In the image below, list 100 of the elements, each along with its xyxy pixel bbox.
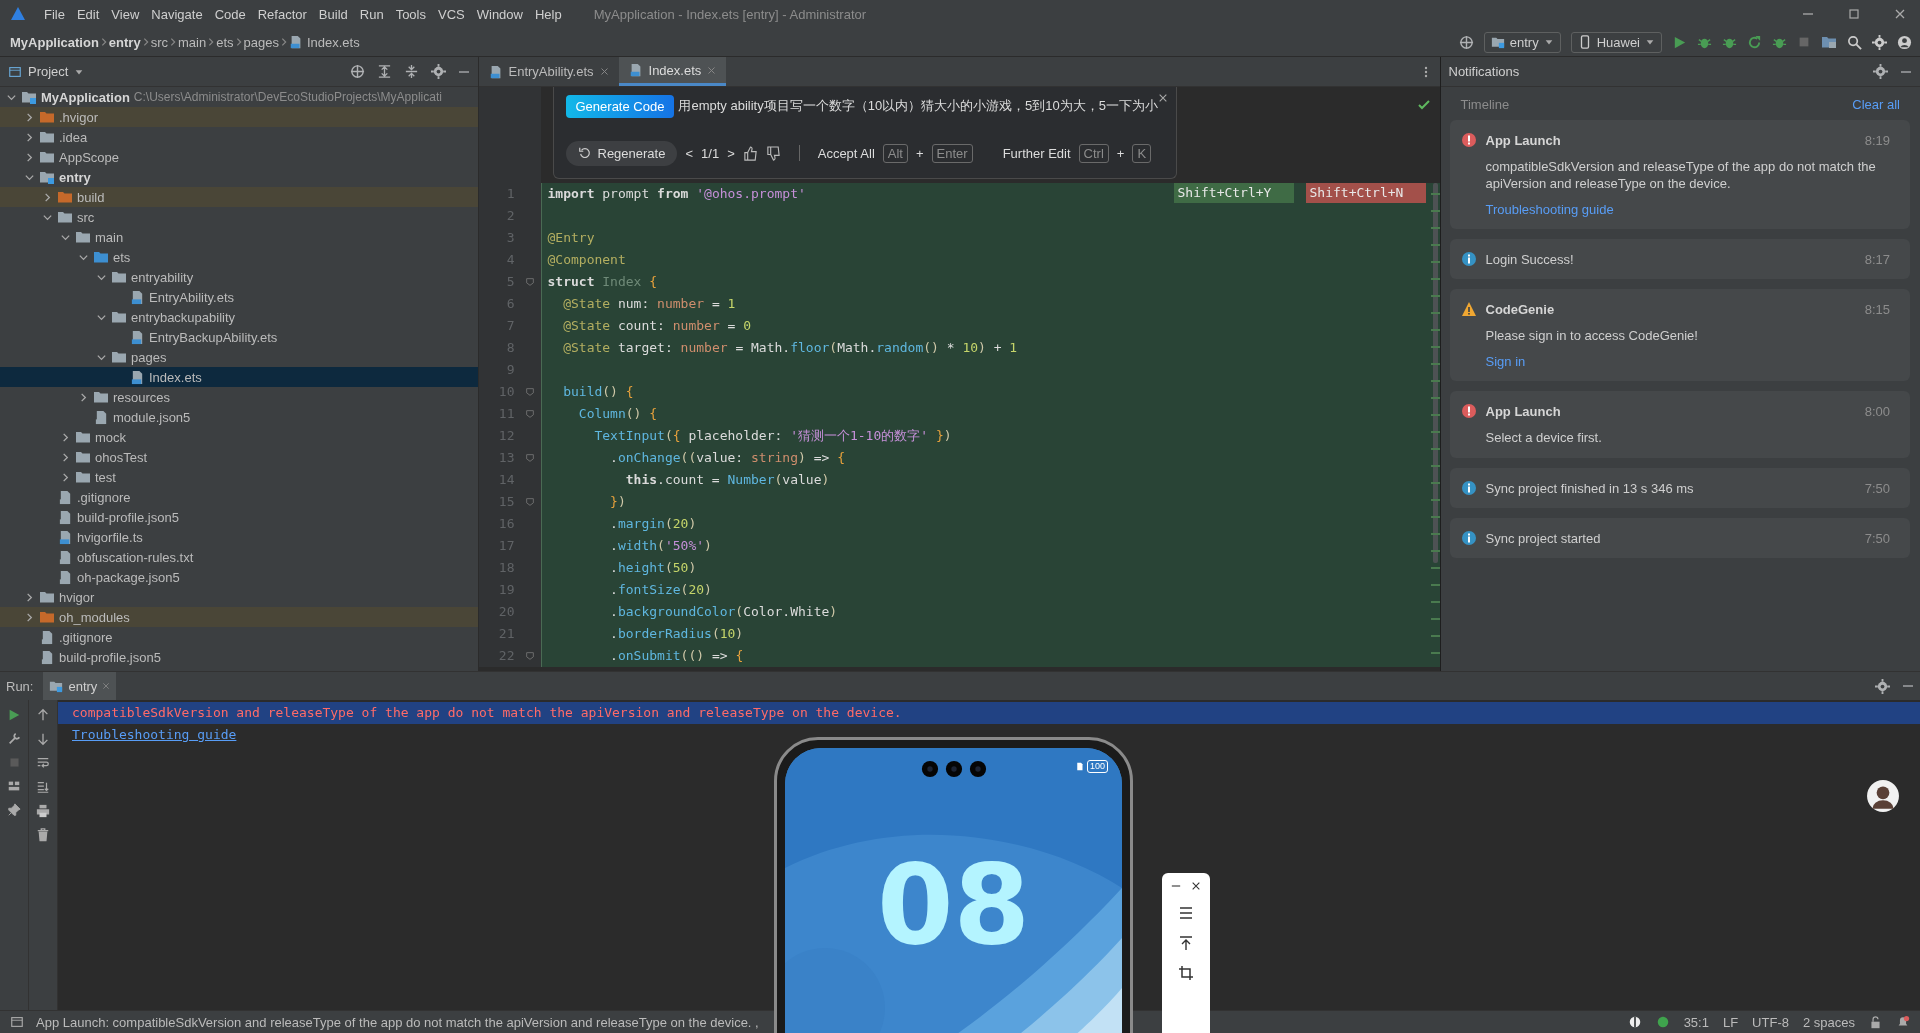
close-icon[interactable] bbox=[1191, 881, 1201, 891]
breadcrumb-item[interactable]: ets bbox=[216, 34, 234, 50]
tree-item[interactable]: module.json5 bbox=[0, 407, 478, 427]
notification-link[interactable]: Troubleshooting guide bbox=[1460, 202, 1614, 217]
tree-item[interactable]: pages bbox=[0, 347, 478, 367]
tree-item[interactable]: EntryAbility.ets bbox=[0, 287, 478, 307]
fold-marker-icon[interactable] bbox=[524, 409, 535, 419]
layout-icon[interactable] bbox=[7, 779, 21, 793]
tree-item[interactable]: oh_modules bbox=[0, 607, 478, 627]
close-icon[interactable] bbox=[1894, 8, 1906, 20]
tree-item[interactable]: ohosTest bbox=[0, 447, 478, 467]
next-button[interactable]: > bbox=[727, 145, 735, 161]
run-config-dropdown[interactable]: entry bbox=[1483, 31, 1561, 53]
print-icon[interactable] bbox=[36, 804, 50, 818]
tree-item[interactable]: EntryBackupAbility.ets bbox=[0, 327, 478, 347]
indent-setting[interactable]: 2 spaces bbox=[1802, 1014, 1855, 1030]
down-arrow-icon[interactable] bbox=[36, 732, 50, 746]
clear-all-link[interactable]: Clear all bbox=[1852, 97, 1900, 112]
bell-icon[interactable] bbox=[1896, 1015, 1910, 1029]
reload-icon[interactable] bbox=[1747, 34, 1762, 50]
breadcrumb-item[interactable]: Index.ets bbox=[288, 34, 360, 50]
breadcrumb-item[interactable]: entry bbox=[108, 34, 141, 50]
account-icon[interactable] bbox=[1897, 34, 1912, 50]
device-dropdown[interactable]: Huawei bbox=[1570, 31, 1662, 53]
pin-icon[interactable] bbox=[7, 803, 21, 817]
tree-item[interactable]: .gitignore bbox=[0, 487, 478, 507]
wrench-icon[interactable] bbox=[7, 732, 21, 746]
menu-icon[interactable] bbox=[1178, 905, 1194, 921]
reject-shortcut[interactable]: Shift+Ctrl+N bbox=[1305, 183, 1426, 203]
run-icon[interactable] bbox=[1672, 34, 1687, 50]
avatar-icon[interactable] bbox=[1866, 779, 1900, 813]
tree-item[interactable]: oh-package.json5 bbox=[0, 567, 478, 587]
up-arrow-icon[interactable] bbox=[36, 708, 50, 722]
fold-marker-icon[interactable] bbox=[524, 651, 535, 661]
menu-item[interactable]: View bbox=[105, 6, 146, 22]
tree-item[interactable]: build-profile.json5 bbox=[0, 647, 478, 667]
menu-item[interactable]: Build bbox=[312, 6, 354, 22]
generate-code-button[interactable]: Generate Code bbox=[565, 94, 675, 118]
lock-icon[interactable] bbox=[1869, 1015, 1882, 1029]
scroll-to-end-icon[interactable] bbox=[36, 780, 50, 794]
thumbs-up-icon[interactable] bbox=[742, 145, 758, 161]
chevron-icon[interactable] bbox=[42, 191, 53, 203]
chevron-icon[interactable] bbox=[60, 471, 71, 483]
tree-item[interactable]: AppScope bbox=[0, 147, 478, 167]
chevron-icon[interactable] bbox=[24, 591, 35, 603]
menu-item[interactable]: Tools bbox=[389, 6, 432, 22]
tree-item[interactable]: entryability bbox=[0, 267, 478, 287]
tree-item[interactable]: MyApplication C:\Users\Administrator\DevEcoStudioProjects\MyApplicati bbox=[0, 87, 478, 107]
tree-item[interactable]: main bbox=[0, 227, 478, 247]
settings-icon[interactable] bbox=[1873, 64, 1888, 79]
tree-item[interactable]: hvigorfile.ts bbox=[0, 527, 478, 547]
run-icon[interactable] bbox=[7, 708, 21, 722]
chevron-icon[interactable] bbox=[24, 611, 35, 623]
menu-item[interactable]: Run bbox=[353, 6, 390, 22]
breadcrumb-item[interactable]: src bbox=[150, 34, 168, 50]
target-icon[interactable] bbox=[1458, 34, 1474, 50]
accept-shortcut[interactable]: Shift+Ctrl+Y bbox=[1173, 183, 1294, 203]
chevron-icon[interactable] bbox=[60, 431, 71, 443]
further-edit-button[interactable]: Further Edit bbox=[1002, 145, 1071, 161]
file-encoding[interactable]: UTF-8 bbox=[1752, 1014, 1789, 1030]
tree-item[interactable]: .gitignore bbox=[0, 627, 478, 647]
breadcrumb-item[interactable]: pages bbox=[243, 34, 279, 50]
maximize-icon[interactable] bbox=[1848, 8, 1860, 20]
expand-all-icon[interactable] bbox=[376, 64, 392, 79]
trash-icon[interactable] bbox=[36, 828, 50, 842]
line-separator[interactable]: LF bbox=[1722, 1014, 1739, 1030]
pin-to-top-icon[interactable] bbox=[1178, 935, 1194, 951]
chevron-icon[interactable] bbox=[24, 111, 35, 123]
accept-all-button[interactable]: Accept All bbox=[817, 145, 875, 161]
regenerate-button[interactable]: Regenerate bbox=[565, 140, 678, 166]
settings-icon[interactable] bbox=[1875, 678, 1890, 694]
menu-item[interactable]: Window bbox=[470, 6, 529, 22]
tree-item[interactable]: entry bbox=[0, 167, 478, 187]
settings-icon[interactable] bbox=[1872, 34, 1887, 50]
tree-item[interactable]: test bbox=[0, 467, 478, 487]
tree-item[interactable]: src bbox=[0, 207, 478, 227]
notification-link[interactable]: Sign in bbox=[1460, 354, 1526, 369]
breadcrumb-item[interactable]: main bbox=[178, 34, 207, 50]
tree-item[interactable]: resources bbox=[0, 387, 478, 407]
menu-item[interactable]: Help bbox=[528, 6, 568, 22]
tree-item[interactable]: ets bbox=[0, 247, 478, 267]
close-icon[interactable] bbox=[1157, 93, 1168, 103]
menu-item[interactable]: Refactor bbox=[251, 6, 313, 22]
collapse-all-icon[interactable] bbox=[403, 64, 419, 79]
menu-item[interactable]: Edit bbox=[70, 6, 106, 22]
fold-marker-icon[interactable] bbox=[524, 277, 535, 287]
locate-icon[interactable] bbox=[349, 64, 365, 79]
console-link[interactable]: Troubleshooting guide bbox=[72, 727, 237, 742]
tree-item[interactable]: build-profile.json5 bbox=[0, 507, 478, 527]
soft-wrap-icon[interactable] bbox=[36, 756, 50, 770]
breadcrumb-item[interactable]: MyApplication bbox=[10, 34, 99, 50]
editor-tab[interactable]: EntryAbility.ets bbox=[478, 57, 619, 86]
crop-icon[interactable] bbox=[1178, 965, 1194, 981]
chevron-icon[interactable] bbox=[24, 151, 35, 163]
menu-item[interactable]: Navigate bbox=[145, 6, 209, 22]
tree-item[interactable]: entrybackupability bbox=[0, 307, 478, 327]
tree-item[interactable]: .hvigor bbox=[0, 107, 478, 127]
cursor-position[interactable]: 35:1 bbox=[1683, 1014, 1709, 1030]
fold-marker-icon[interactable] bbox=[524, 453, 535, 463]
menu-item[interactable]: VCS bbox=[432, 6, 471, 22]
